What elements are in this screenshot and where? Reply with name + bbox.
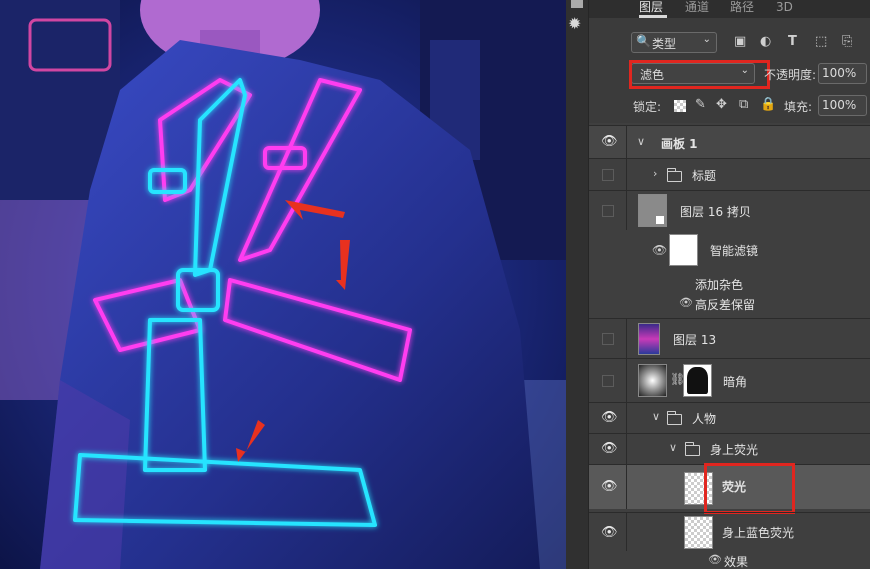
dock-handle-icon[interactable] — [571, 0, 583, 8]
filter-name: 高反差保留 — [695, 298, 756, 312]
canvas-image[interactable] — [0, 0, 566, 569]
adjustment-filter-icon[interactable]: ◐ — [760, 34, 771, 50]
layer-row-title-folder[interactable]: › 标题 — [589, 158, 870, 190]
visibility-column: 👁 — [589, 403, 627, 433]
opacity-input[interactable]: 100% — [818, 63, 867, 84]
image-filter-icon[interactable]: ▣ — [734, 34, 746, 50]
panel-tabs: 图层 通道 路径 3D — [589, 0, 870, 18]
layer-name: 智能滤镜 — [710, 244, 759, 258]
layer-name: 图层 13 — [673, 333, 717, 347]
adjustment-thumbnail — [638, 364, 667, 397]
visibility-column — [589, 159, 627, 190]
visibility-column: 👁 — [589, 513, 627, 551]
layer-row-person-folder[interactable]: 👁 ∨ 人物 — [589, 402, 870, 433]
filter-name: 添加杂色 — [695, 278, 744, 292]
opacity-label: 不透明度: — [764, 68, 817, 82]
visibility-toggle[interactable] — [602, 205, 614, 217]
selected-layer-highlight — [704, 463, 795, 514]
filter-kind-label: 类型 — [652, 37, 677, 51]
folder-icon — [666, 168, 682, 182]
layer-row-body-glow-folder[interactable]: 👁 ∨ 身上荧光 — [589, 433, 870, 464]
eye-icon[interactable]: 👁 — [601, 134, 618, 149]
eye-icon[interactable]: 👁 — [601, 525, 618, 540]
search-icon: 🔍 — [636, 34, 651, 48]
chevron-down-icon[interactable]: ∨ — [637, 135, 645, 148]
layers-panel: ✹ 图层 通道 路径 3D 🔍 类型 ⌄ ▣ ◐ T ⬚ ⎘ 滤色 ⌄ 不透明度… — [566, 0, 870, 569]
visibility-column: 👁 — [589, 126, 627, 158]
layer-row-vignette[interactable]: ⛓ 暗角 — [589, 358, 870, 402]
eye-icon[interactable]: 👁 — [708, 553, 722, 566]
visibility-column — [589, 319, 627, 358]
layer-mask-thumbnail — [683, 364, 712, 397]
visibility-column — [589, 191, 627, 230]
lock-position-icon[interactable]: ✥ — [716, 97, 727, 113]
chevron-down-icon[interactable]: ∨ — [652, 410, 660, 423]
blend-mode-highlight — [629, 60, 770, 89]
visibility-toggle[interactable] — [602, 375, 614, 387]
eye-icon[interactable]: 👁 — [652, 243, 667, 257]
eye-icon[interactable]: 👁 — [601, 479, 618, 494]
tab-3d[interactable]: 3D — [776, 0, 793, 18]
lock-pixels-icon[interactable]: ✎ — [695, 97, 706, 113]
smart-object-badge-icon — [656, 216, 664, 224]
mask-shape — [687, 367, 708, 394]
lock-label: 锁定: — [633, 100, 662, 114]
chevron-down-icon: ⌄ — [702, 34, 711, 45]
layer-list: 👁 ∨ 画板 1 › 标题 图层 16 拷贝 👁 智能滤镜 添加杂色 👁 高反差… — [589, 123, 870, 569]
lock-transparent-icon[interactable] — [674, 100, 686, 112]
visibility-toggle[interactable] — [602, 169, 614, 181]
filter-add-noise[interactable]: 添加杂色 — [589, 273, 870, 295]
folder-icon — [684, 442, 700, 456]
lock-all-icon[interactable]: 🔒 — [760, 97, 776, 113]
smart-filter-mask-thumbnail — [669, 234, 698, 266]
layer-name: 人物 — [692, 412, 717, 426]
layer-row-layer13[interactable]: 图层 13 — [589, 318, 870, 358]
active-tab-indicator — [639, 15, 667, 18]
layer-name: 标题 — [692, 169, 717, 183]
effects-label: 效果 — [724, 555, 749, 569]
layer-thumbnail — [684, 516, 713, 549]
eye-icon[interactable]: 👁 — [601, 410, 618, 425]
layer-thumbnail — [638, 194, 667, 227]
shape-filter-icon[interactable]: ⬚ — [815, 34, 827, 50]
visibility-column — [589, 359, 627, 402]
eye-icon[interactable]: 👁 — [601, 441, 618, 456]
smart-filters-group: 👁 智能滤镜 — [589, 230, 870, 276]
sun-icon[interactable]: ✹ — [568, 14, 581, 33]
fill-input[interactable]: 100% — [818, 95, 867, 116]
layer-name: 身上蓝色荧光 — [722, 526, 795, 540]
folder-icon — [666, 411, 682, 425]
layer-name: 图层 16 拷贝 — [680, 205, 751, 219]
layer-name: 画板 1 — [661, 137, 698, 151]
fill-label: 填充: — [784, 100, 813, 114]
chevron-down-icon[interactable]: ∨ — [669, 441, 677, 454]
filter-high-pass[interactable]: 👁 高反差保留 — [589, 293, 870, 315]
type-filter-icon[interactable]: T — [788, 34, 797, 50]
filter-kind-select[interactable]: 🔍 类型 ⌄ — [631, 32, 717, 53]
neon-harness-artwork — [0, 0, 566, 569]
visibility-column: 👁 — [589, 434, 627, 464]
layer-effects-row[interactable]: 👁 效果 — [589, 553, 870, 569]
lock-artboard-icon[interactable]: ⧉ — [739, 97, 748, 113]
layer-row-layer16-copy[interactable]: 图层 16 拷贝 — [589, 190, 870, 230]
layer-row-blue-glow[interactable]: 👁 身上蓝色荧光 — [589, 512, 870, 551]
eye-icon[interactable]: 👁 — [679, 296, 693, 309]
visibility-toggle[interactable] — [602, 333, 614, 345]
visibility-column: 👁 — [589, 465, 627, 509]
layer-thumbnail — [638, 323, 660, 355]
chevron-right-icon[interactable]: › — [653, 167, 657, 180]
layer-name: 暗角 — [723, 375, 748, 389]
panel-dock-strip: ✹ — [566, 0, 589, 569]
tab-paths[interactable]: 路径 — [730, 0, 754, 18]
tab-channels[interactable]: 通道 — [685, 0, 709, 18]
layer-row-artboard[interactable]: 👁 ∨ 画板 1 — [589, 125, 870, 158]
layer-name: 身上荧光 — [710, 443, 759, 457]
smart-object-filter-icon[interactable]: ⎘ — [842, 34, 852, 50]
